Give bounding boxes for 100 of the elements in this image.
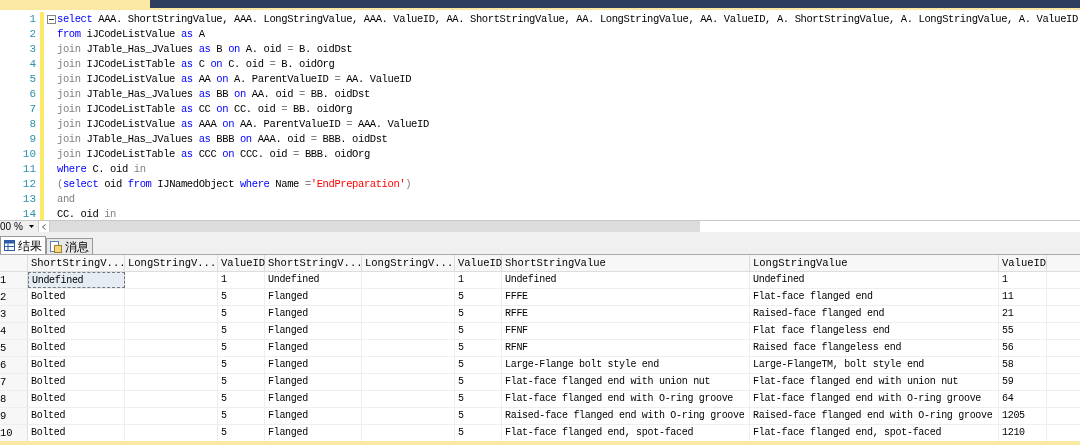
table-cell[interactable]: Undefined (750, 272, 999, 288)
row-header[interactable]: 7 (0, 374, 28, 390)
table-cell[interactable]: Flat-face flanged end (750, 289, 999, 305)
table-cell[interactable]: Bolted (28, 323, 125, 339)
table-cell[interactable]: Raised-face flanged end with O-ring groove (750, 408, 999, 424)
line-number: 4 (29, 57, 36, 72)
scroll-left-button[interactable] (38, 221, 50, 232)
table-cell[interactable]: Undefined (265, 272, 362, 288)
table-cell[interactable]: Flat-face flanged end with O-ring groove (750, 391, 999, 407)
column-header[interactable]: ShortStringV... (28, 255, 125, 271)
code-line: join IJCodeListTable as CCC on CCC. oid = BBB. oidOrg (57, 147, 370, 162)
table-cell[interactable]: Undefined (28, 272, 125, 288)
collapse-icon[interactable] (47, 15, 56, 24)
table-cell[interactable]: Bolted (28, 357, 125, 373)
table-cell[interactable]: Bolted (28, 408, 125, 424)
code-line: where C. oid in (57, 162, 146, 177)
table-cell[interactable]: Flat face flangeless end (750, 323, 999, 339)
table-cell[interactable]: 5 (455, 323, 502, 339)
row-header[interactable]: 4 (0, 323, 28, 339)
table-cell[interactable]: Flanged (265, 391, 362, 407)
table-cell[interactable]: Flanged (265, 408, 362, 424)
code-line: select AAA. ShortStringValue, AAA. LongStringValue, AAA. ValueID, AA. ShortStringValue, AA. LongStringValue, AA. ValueID, A. ShortStringValue, A. LongStringValue, A. ValueID (57, 12, 1078, 27)
table-cell[interactable]: 56 (999, 340, 1047, 356)
horizontal-scrollbar[interactable] (50, 221, 1080, 232)
code-line: join JTable_Has_JValues as BBB on AAA. oid = BBB. oidDst (57, 132, 388, 147)
column-header[interactable]: ShortStringValue (502, 255, 750, 271)
table-cell[interactable]: 1 (455, 272, 502, 288)
table-cell[interactable]: Flanged (265, 289, 362, 305)
column-header[interactable]: LongStringV... (125, 255, 218, 271)
table-cell[interactable]: Bolted (28, 340, 125, 356)
table-cell[interactable]: Large-FlangeTM, bolt style end (750, 357, 999, 373)
column-header[interactable]: ValueID (218, 255, 265, 271)
row-header[interactable]: 3 (0, 306, 28, 322)
table-cell[interactable]: 5 (455, 306, 502, 322)
table-cell[interactable]: Raised face flangeless end (750, 340, 999, 356)
table-cell[interactable]: 5 (218, 391, 265, 407)
table-cell[interactable]: 5 (455, 391, 502, 407)
table-cell[interactable]: Flat-face flanged end with union nut (750, 374, 999, 390)
table-cell[interactable]: Bolted (28, 306, 125, 322)
zoom-dropdown[interactable]: 00 % (0, 221, 38, 232)
table-cell[interactable]: 5 (218, 408, 265, 424)
result-tab[interactable]: 消息 (46, 238, 93, 254)
table-cell[interactable]: 5 (455, 357, 502, 373)
table-cell[interactable]: FFFE (502, 289, 750, 305)
table-cell[interactable]: 5 (218, 289, 265, 305)
table-cell[interactable]: Raised-face flanged end with O-ring groove (502, 408, 750, 424)
table-cell[interactable]: 59 (999, 374, 1047, 390)
table-cell[interactable]: 64 (999, 391, 1047, 407)
table-cell[interactable]: 1 (218, 272, 265, 288)
table-cell[interactable]: 5 (218, 340, 265, 356)
active-document-tab[interactable] (0, 0, 150, 8)
line-number: 14 (22, 207, 36, 222)
table-cell[interactable]: 5 (218, 306, 265, 322)
row-header[interactable]: 2 (0, 289, 28, 305)
column-header[interactable]: LongStringV... (362, 255, 455, 271)
line-number: 13 (22, 192, 36, 207)
table-cell[interactable]: Flanged (265, 306, 362, 322)
column-header[interactable]: ValueID (999, 255, 1047, 271)
table-cell[interactable]: Raised-face flanged end (750, 306, 999, 322)
table-cell[interactable]: Undefined (502, 272, 750, 288)
table-cell[interactable]: 55 (999, 323, 1047, 339)
table-cell[interactable]: FFNF (502, 323, 750, 339)
column-header[interactable]: LongStringValue (750, 255, 999, 271)
column-header[interactable]: ShortStringV... (265, 255, 362, 271)
table-cell[interactable]: Flanged (265, 340, 362, 356)
table-cell[interactable]: RFNF (502, 340, 750, 356)
table-cell[interactable]: 5 (218, 323, 265, 339)
row-header[interactable]: 9 (0, 408, 28, 424)
row-header[interactable]: 10 (0, 425, 28, 441)
table-cell[interactable]: 5 (455, 374, 502, 390)
table-cell[interactable]: Bolted (28, 374, 125, 390)
table-cell[interactable]: 11 (999, 289, 1047, 305)
table-cell[interactable]: Bolted (28, 391, 125, 407)
table-cell[interactable]: 5 (218, 374, 265, 390)
table-cell[interactable]: 21 (999, 306, 1047, 322)
table-cell[interactable]: 1 (999, 272, 1047, 288)
table-cell[interactable]: Flanged (265, 323, 362, 339)
table-cell[interactable]: 58 (999, 357, 1047, 373)
table-cell[interactable]: 5 (455, 340, 502, 356)
line-number: 3 (29, 42, 36, 57)
row-header[interactable]: 6 (0, 357, 28, 373)
row-header[interactable]: 8 (0, 391, 28, 407)
table-cell[interactable]: 5 (455, 289, 502, 305)
table-cell[interactable]: 1205 (999, 408, 1047, 424)
column-header[interactable]: ValueID (455, 255, 502, 271)
table-cell[interactable]: 5 (218, 357, 265, 373)
line-number: 10 (22, 147, 36, 162)
row-header[interactable]: 1 (0, 272, 28, 288)
table-cell[interactable]: RFFE (502, 306, 750, 322)
line-number: 7 (29, 102, 36, 117)
result-tab[interactable]: 结果 (0, 236, 46, 254)
table-cell[interactable]: Flanged (265, 357, 362, 373)
table-cell[interactable]: 5 (455, 408, 502, 424)
table-cell[interactable]: Flat-face flanged end with O-ring groove (502, 391, 750, 407)
line-number: 11 (22, 162, 36, 177)
table-cell[interactable]: Large-Flange bolt style end (502, 357, 750, 373)
row-header[interactable]: 5 (0, 340, 28, 356)
table-cell[interactable]: Flanged (265, 374, 362, 390)
table-cell[interactable]: Bolted (28, 289, 125, 305)
table-cell[interactable]: Flat-face flanged end with union nut (502, 374, 750, 390)
